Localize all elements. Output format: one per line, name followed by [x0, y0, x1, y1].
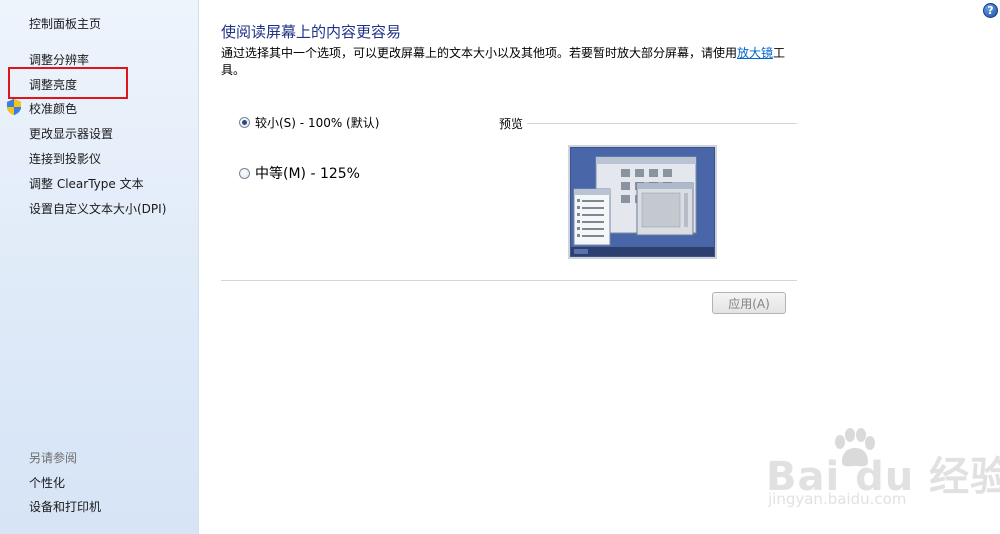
option-medium-label: 中等(M) - 125% [255, 166, 360, 182]
page-title: 使阅读屏幕上的内容更容易 [221, 23, 402, 41]
description-text-start: 通过选择其中一个选项，可以更改屏幕上的文本大小以及其他项。若要暂时放大部分屏幕，… [221, 46, 738, 60]
apply-button[interactable]: 应用(A) [712, 292, 786, 314]
page-description: 通过选择其中一个选项，可以更改屏幕上的文本大小以及其他项。若要暂时放大部分屏幕，… [221, 45, 791, 79]
option-smaller-label: 较小(S) - 100% (默认) [255, 116, 380, 130]
radio-button-checked[interactable] [239, 117, 250, 128]
watermark-url: jingyan.baidu.com [768, 490, 907, 508]
uac-shield-icon [7, 99, 21, 115]
help-icon[interactable]: ? [983, 3, 998, 18]
option-medium-radio[interactable]: 中等(M) - 125% [239, 163, 360, 183]
magnifier-link[interactable]: 放大镜 [737, 46, 773, 60]
baidu-watermark: Bai du 经验 jingyan.baidu.com [760, 428, 1000, 518]
see-also-devices-printers[interactable]: 设备和打印机 [29, 498, 101, 515]
see-also-personalization[interactable]: 个性化 [29, 474, 65, 491]
see-also-heading: 另请参阅 [29, 451, 78, 465]
annotation-highlight-box [8, 67, 128, 99]
radio-button-unchecked[interactable] [239, 167, 250, 179]
sidebar-item-projector[interactable]: 连接到投影仪 [29, 150, 101, 167]
option-smaller-radio[interactable]: 较小(S) - 100% (默认) [239, 114, 379, 131]
sidebar-home-link[interactable]: 控制面板主页 [29, 15, 101, 32]
sidebar-item-resolution[interactable]: 调整分辨率 [29, 51, 89, 68]
sidebar-item-cleartype[interactable]: 调整 ClearType 文本 [29, 175, 144, 192]
content-separator [221, 280, 797, 281]
preview-divider [527, 123, 797, 124]
preview-label: 预览 [499, 115, 528, 132]
preview-image [568, 145, 717, 259]
sidebar-item-display-settings[interactable]: 更改显示器设置 [29, 125, 113, 142]
sidebar-item-custom-dpi[interactable]: 设置自定义文本大小(DPI) [29, 200, 166, 217]
sidebar-item-calibrate-color[interactable]: 校准颜色 [29, 100, 77, 117]
